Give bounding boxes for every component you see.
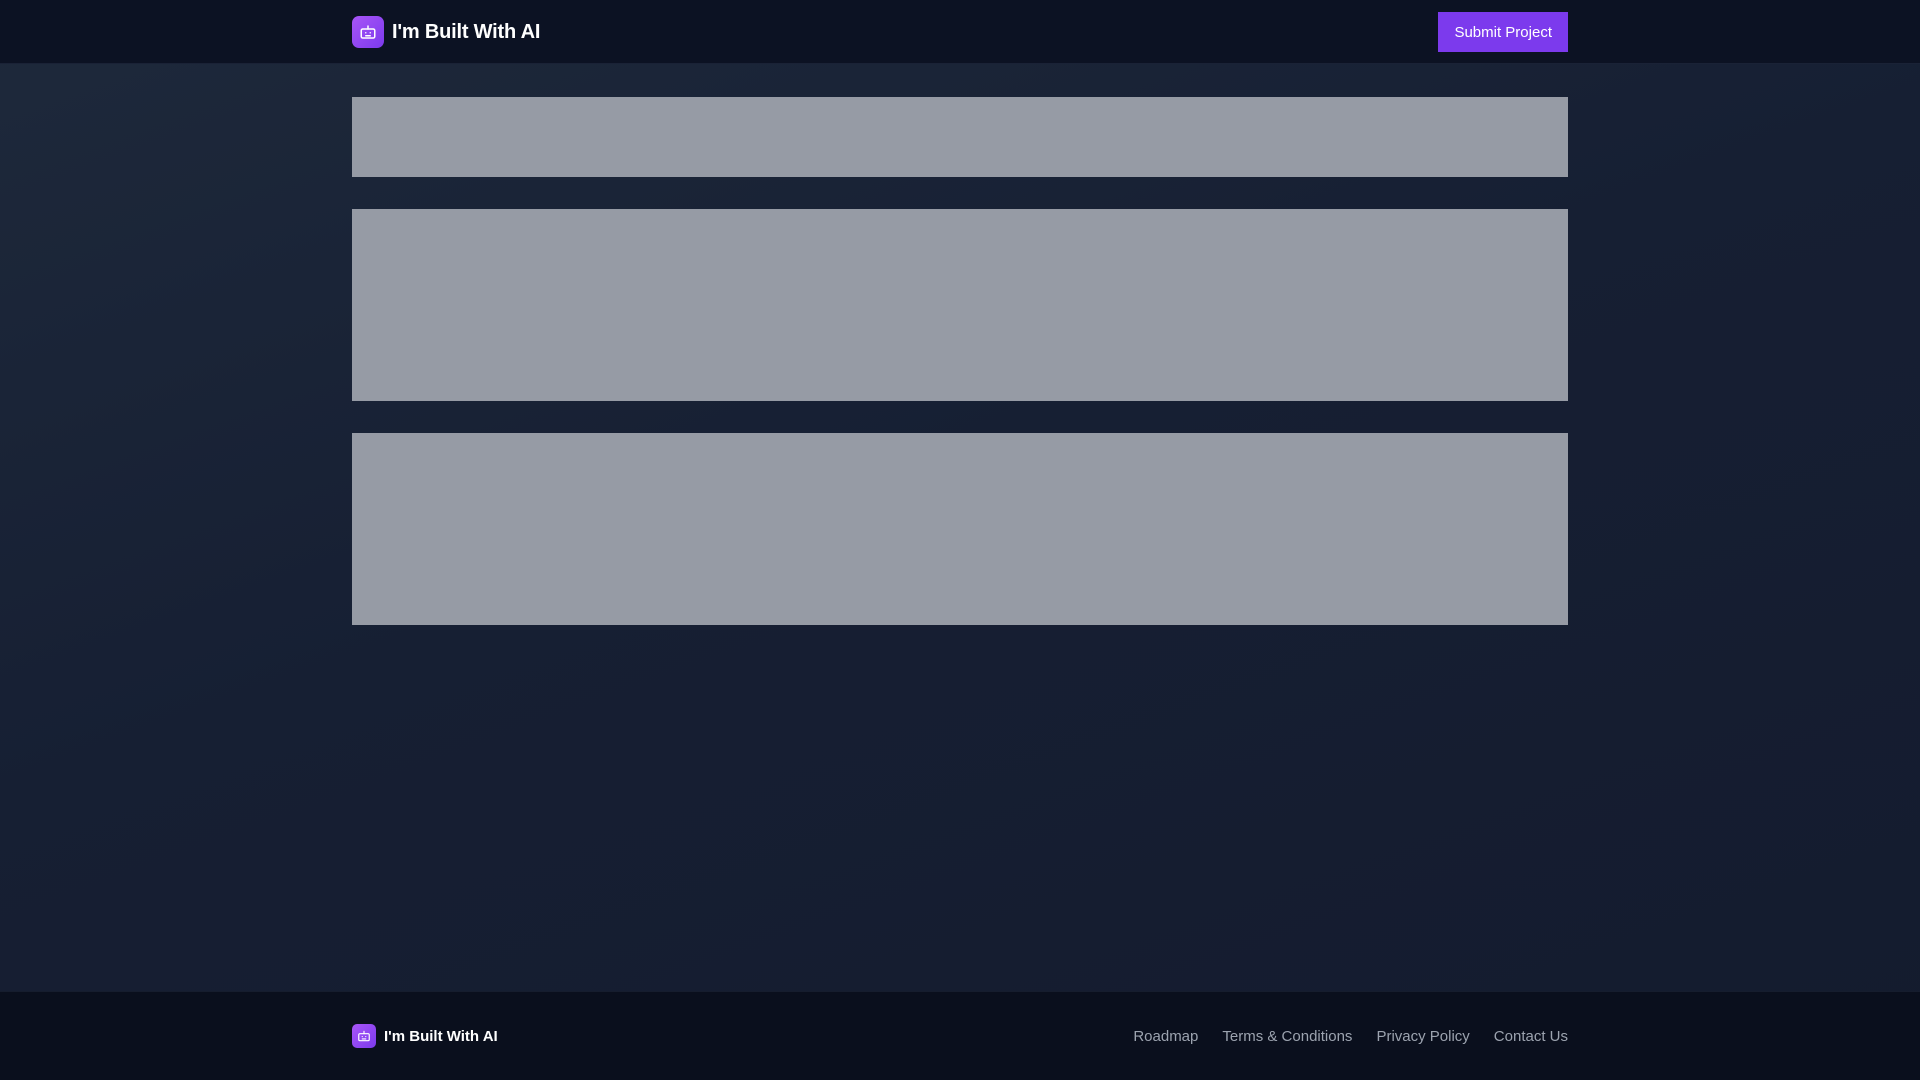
header-container: I'm Built With AI Submit Project xyxy=(352,0,1568,64)
brand-home-link[interactable]: I'm Built With AI xyxy=(352,16,540,48)
brand-title: I'm Built With AI xyxy=(392,20,541,43)
footer-link-privacy[interactable]: Privacy Policy xyxy=(1376,1028,1469,1045)
footer-brand-title: I'm Built With AI xyxy=(384,1027,498,1045)
site-header: I'm Built With AI Submit Project xyxy=(0,0,1920,64)
robot-icon xyxy=(352,1024,376,1048)
footer-brand-link[interactable]: I'm Built With AI xyxy=(352,1024,498,1048)
site-footer: I'm Built With AI Roadmap Terms & Condit… xyxy=(0,991,1920,1080)
footer-link-contact[interactable]: Contact Us xyxy=(1494,1028,1568,1045)
footer-nav: Roadmap Terms & Conditions Privacy Polic… xyxy=(1133,1028,1568,1045)
footer-container: I'm Built With AI Roadmap Terms & Condit… xyxy=(352,992,1568,1080)
loading-skeleton-banner xyxy=(352,97,1568,177)
main-content xyxy=(352,97,1568,657)
footer-link-roadmap[interactable]: Roadmap xyxy=(1133,1028,1198,1045)
footer-link-terms[interactable]: Terms & Conditions xyxy=(1222,1028,1352,1045)
robot-icon xyxy=(352,16,384,48)
loading-skeleton-card xyxy=(352,209,1568,401)
loading-skeleton-card xyxy=(352,433,1568,625)
submit-project-button[interactable]: Submit Project xyxy=(1438,12,1568,52)
